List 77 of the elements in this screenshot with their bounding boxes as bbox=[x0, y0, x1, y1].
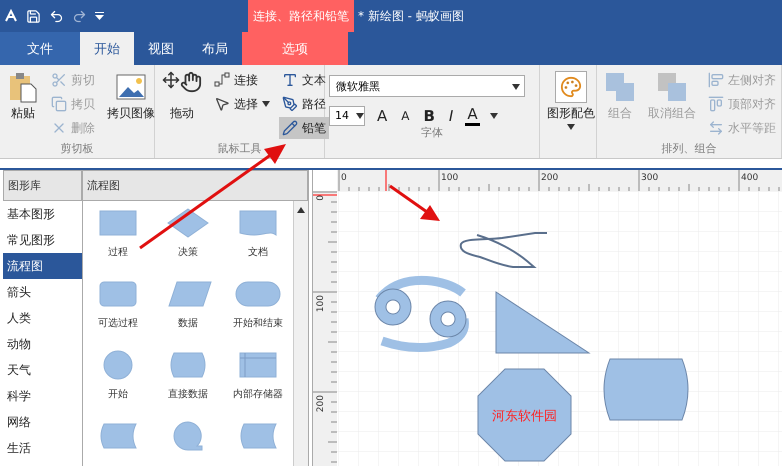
shrink-font-button[interactable]: A bbox=[399, 106, 412, 124]
group-label: 字体 bbox=[420, 126, 444, 140]
pointer-icon bbox=[214, 96, 230, 112]
shape-text: 河东软件园 bbox=[492, 409, 557, 424]
annotation-arrow bbox=[389, 184, 440, 221]
scrollbar[interactable] bbox=[293, 201, 308, 466]
app-icon bbox=[4, 9, 18, 23]
shape-label: 文档 bbox=[248, 246, 268, 259]
caret-icon[interactable] bbox=[95, 12, 104, 20]
connector-icon bbox=[214, 72, 230, 88]
tool-button[interactable]: 连接 bbox=[211, 69, 273, 91]
shape-label: 数据 bbox=[178, 317, 198, 330]
group-label: 剪切板 bbox=[60, 142, 94, 156]
shape-label: 可选过程 bbox=[98, 316, 138, 330]
drum-shape[interactable] bbox=[604, 358, 688, 420]
align-top-icon bbox=[708, 96, 724, 112]
shape-label: 开始和结束 bbox=[233, 316, 283, 330]
tool-button[interactable]: 铅笔 bbox=[279, 117, 329, 139]
ribbon-tab[interactable]: 视图 bbox=[134, 32, 188, 65]
column-header: 流程图 bbox=[82, 170, 308, 201]
ruler-label: 100 bbox=[441, 173, 458, 183]
ruler-label: 100 bbox=[316, 295, 326, 312]
ruler-label: 400 bbox=[741, 173, 758, 183]
shape-label: 决策 bbox=[178, 246, 198, 259]
tool-button[interactable]: 路径 bbox=[279, 93, 329, 115]
pen-icon bbox=[282, 96, 298, 112]
scroll-up-icon[interactable] bbox=[297, 207, 305, 213]
undo-icon[interactable] bbox=[49, 8, 64, 24]
clipboard-icon bbox=[7, 71, 39, 103]
freehand-line[interactable] bbox=[460, 232, 547, 268]
save-icon[interactable] bbox=[26, 8, 41, 24]
tool-button[interactable]: 图形配色 bbox=[544, 69, 598, 132]
column-header: 图形库 bbox=[3, 170, 82, 201]
palette-icon bbox=[555, 71, 587, 103]
cancer-sign-drawing[interactable] bbox=[374, 276, 469, 352]
spacing-icon bbox=[708, 120, 724, 136]
redo-icon[interactable] bbox=[72, 8, 87, 24]
shape-label: 过程 bbox=[108, 246, 128, 259]
octagon-shape[interactable] bbox=[478, 368, 572, 462]
ribbon-tab[interactable]: 文件 bbox=[0, 32, 80, 65]
italic-button[interactable]: I bbox=[446, 106, 456, 124]
font-size-dropdown[interactable]: 14 bbox=[329, 106, 365, 126]
tool-button[interactable]: 拖动 bbox=[159, 69, 205, 124]
text-icon bbox=[282, 72, 298, 88]
group-label: 鼠标工具 bbox=[216, 142, 262, 156]
ruler-label: 300 bbox=[641, 173, 658, 183]
triangle-shape[interactable] bbox=[496, 291, 591, 354]
category-item[interactable]: 流程图 bbox=[3, 253, 82, 279]
ruler-label: 0 bbox=[341, 173, 347, 183]
align-left-icon bbox=[708, 72, 724, 88]
ruler-label: 200 bbox=[316, 395, 326, 412]
tool-button[interactable]: 文本 bbox=[279, 69, 329, 91]
caret-icon bbox=[512, 84, 520, 90]
bold-button[interactable]: B bbox=[421, 106, 437, 124]
tool-button[interactable]: 粘贴 bbox=[4, 69, 42, 124]
ribbon-tab[interactable]: 布局 bbox=[188, 32, 242, 65]
font-color-button[interactable]: A bbox=[465, 105, 480, 126]
shape-label: 直接数据 bbox=[168, 388, 208, 401]
shape-label: 开始 bbox=[108, 388, 128, 401]
group-label: 排列、组合 bbox=[660, 142, 718, 156]
shape-label: 内部存储器 bbox=[233, 388, 283, 401]
ungroup-icon bbox=[656, 71, 688, 103]
caret-icon bbox=[356, 112, 364, 118]
copy-icon bbox=[51, 96, 67, 112]
scissors-icon bbox=[51, 72, 67, 88]
ruler-label: 0 bbox=[316, 195, 326, 201]
tool-button[interactable]: 拷贝图像 bbox=[104, 69, 158, 124]
caret-icon bbox=[490, 112, 498, 118]
ribbon-tab[interactable]: 开始 bbox=[80, 32, 134, 65]
pencil-icon bbox=[282, 120, 298, 136]
contextual-tab-group-label: 连接、路径和铅笔 bbox=[248, 0, 354, 32]
group-icon bbox=[604, 71, 636, 103]
window-title: * 新绘图 - 蚂蚁画图 bbox=[357, 8, 464, 24]
grow-font-button[interactable]: A bbox=[375, 106, 390, 124]
font-name-dropdown[interactable]: 微软雅黑 bbox=[329, 75, 525, 97]
ruler-label: 200 bbox=[541, 173, 558, 183]
tool-button[interactable]: 选择 bbox=[211, 93, 273, 115]
